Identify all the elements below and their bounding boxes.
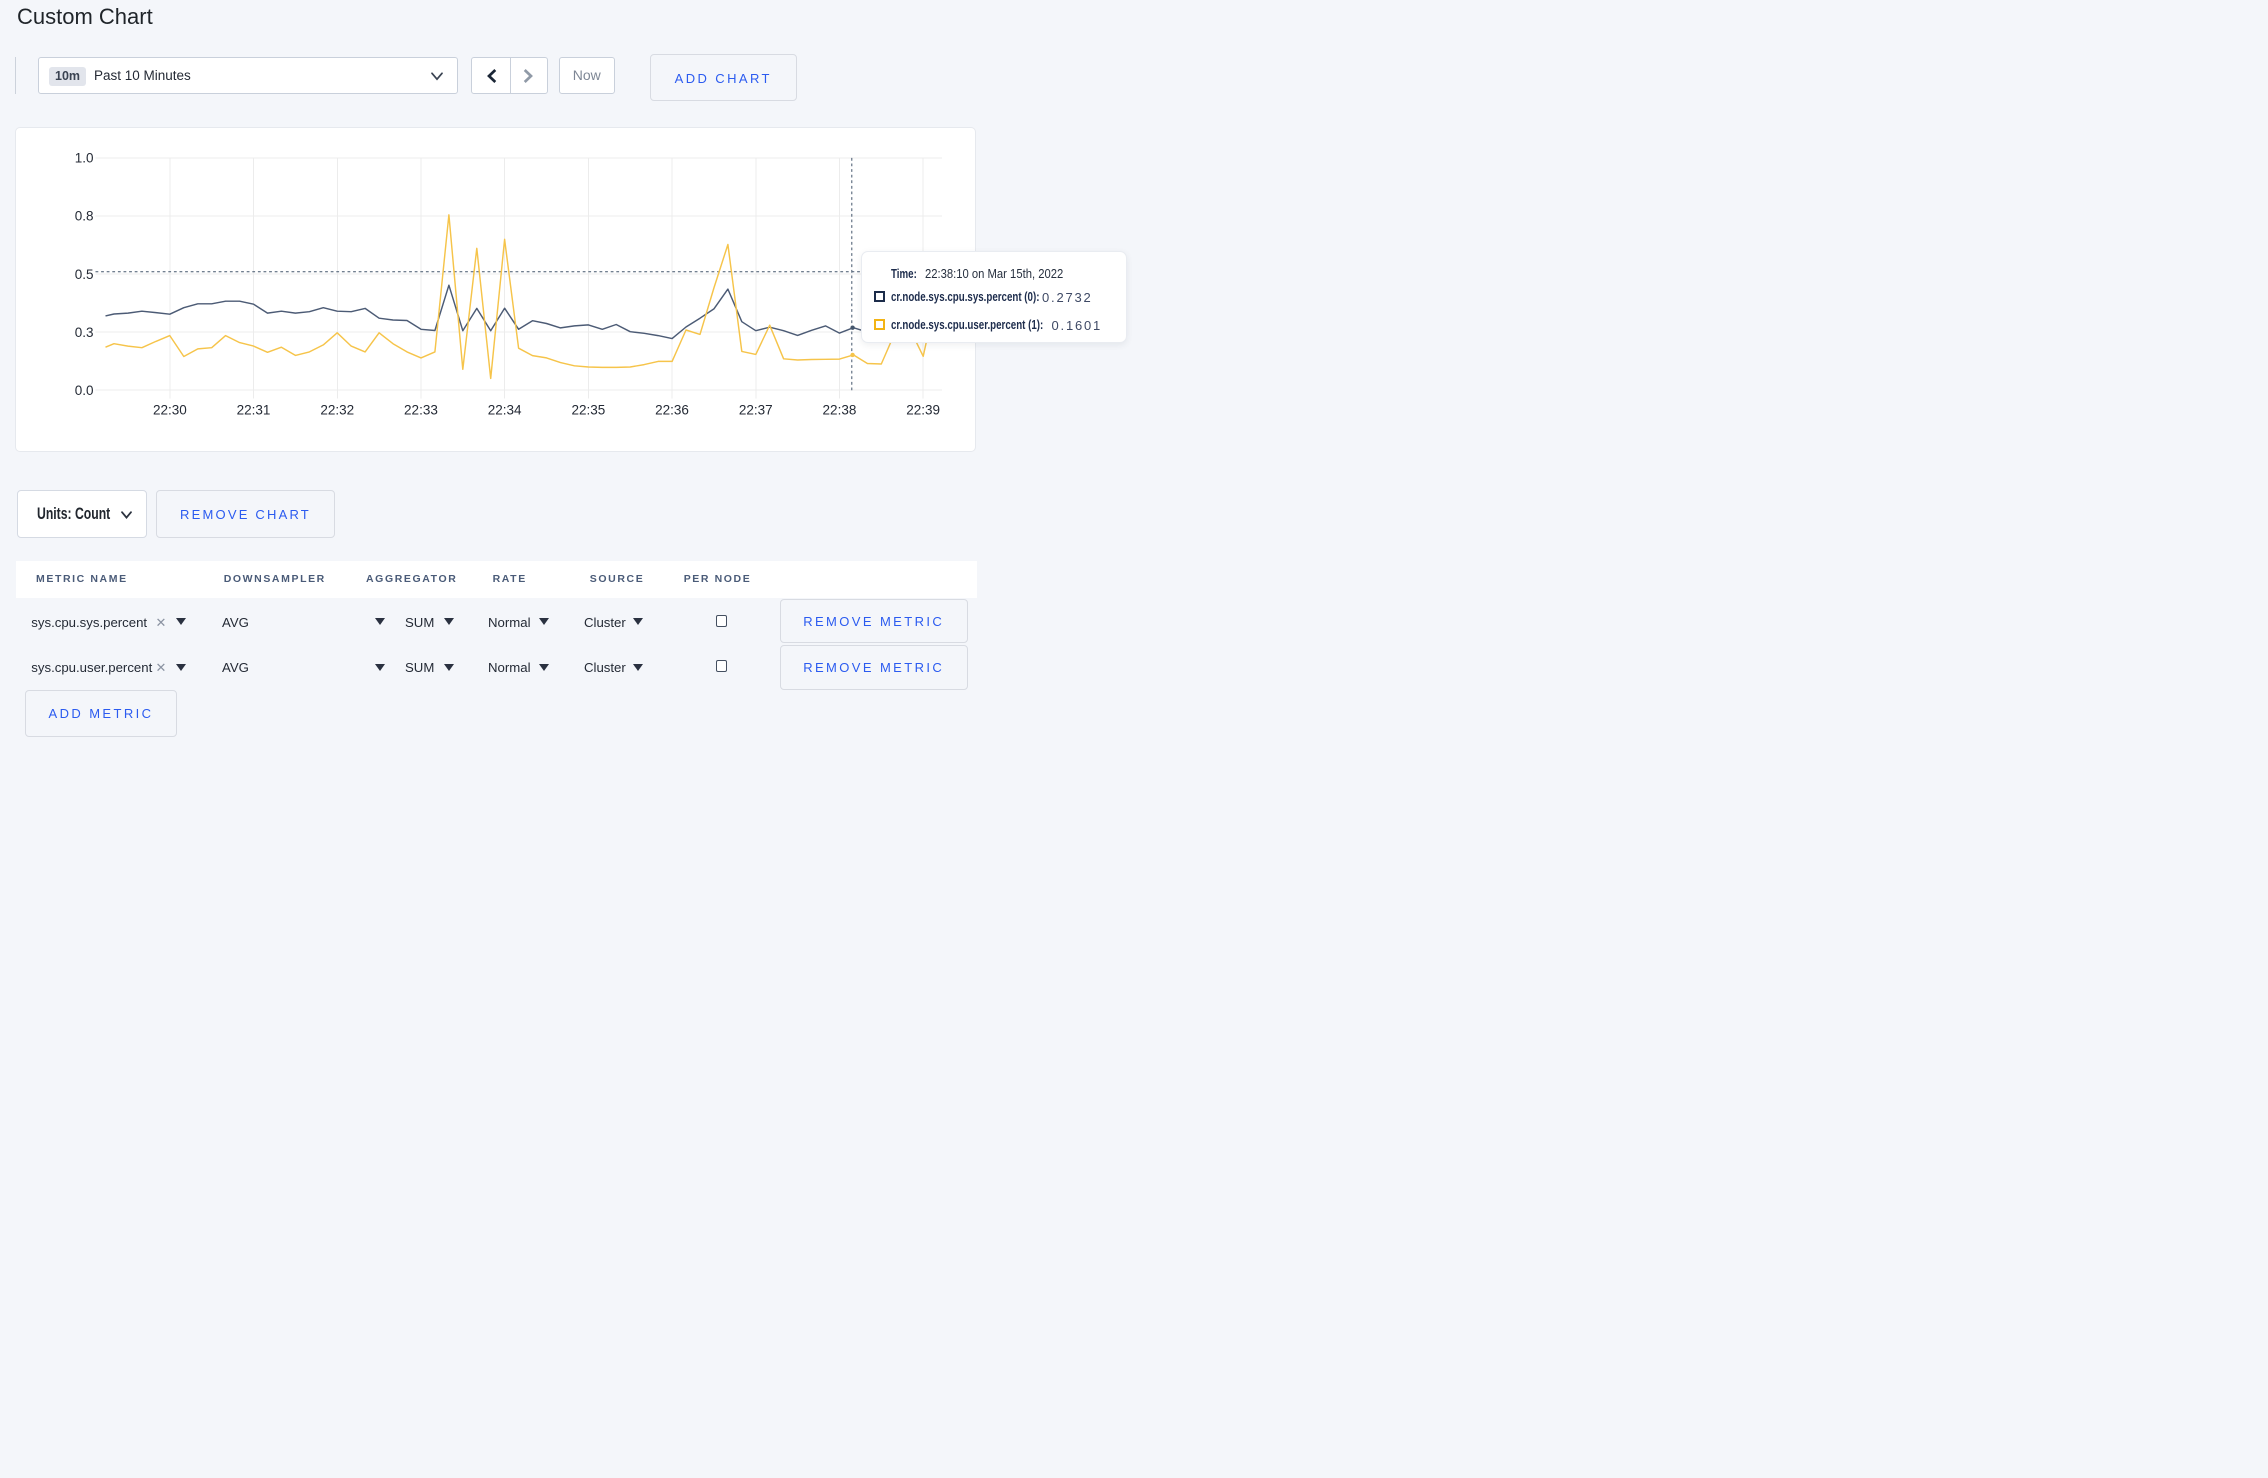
svg-text:22:33: 22:33 (404, 402, 438, 417)
svg-text:22:39: 22:39 (906, 402, 940, 417)
svg-text:22:31: 22:31 (237, 402, 271, 417)
svg-text:1.0: 1.0 (75, 150, 94, 165)
svg-text:0.8: 0.8 (75, 208, 94, 223)
svg-text:0.5: 0.5 (75, 266, 94, 281)
svg-text:22:34: 22:34 (488, 402, 522, 417)
svg-text:22:35: 22:35 (571, 402, 605, 417)
svg-text:0.3: 0.3 (75, 324, 94, 339)
svg-text:22:38: 22:38 (823, 402, 857, 417)
svg-text:22:32: 22:32 (320, 402, 354, 417)
svg-text:22:37: 22:37 (739, 402, 773, 417)
svg-text:22:36: 22:36 (655, 402, 689, 417)
svg-text:0.0: 0.0 (75, 382, 94, 397)
svg-text:22:30: 22:30 (153, 402, 187, 417)
